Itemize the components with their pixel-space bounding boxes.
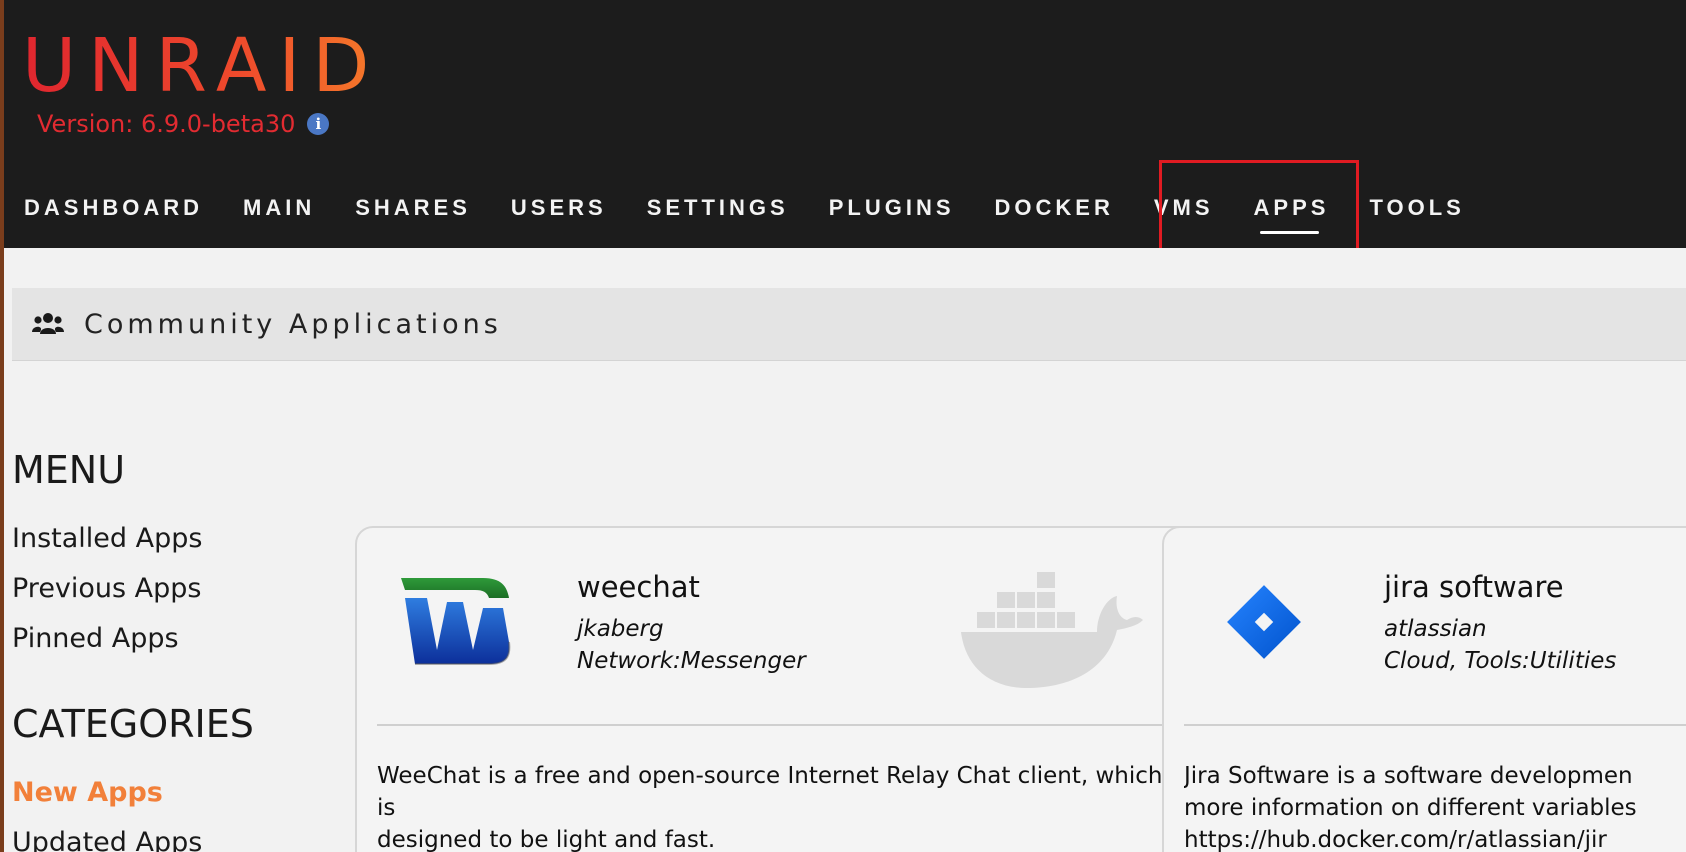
menu-item-installed-apps[interactable]: Installed Apps (12, 514, 372, 564)
top-header: UNRAID Version: 6.9.0-beta30 i DASHBOARD… (4, 0, 1686, 248)
nav-main[interactable]: MAIN (243, 188, 315, 228)
nav-dashboard[interactable]: DASHBOARD (24, 188, 203, 228)
menu-item-pinned-apps[interactable]: Pinned Apps (12, 614, 372, 664)
nav-users[interactable]: USERS (511, 188, 607, 228)
app-card-weechat[interactable]: weechat jkaberg Network:Messenger WeeCha… (355, 526, 1197, 852)
card-divider (377, 724, 1175, 726)
docker-icon (961, 572, 1143, 688)
version-info: Version: 6.9.0-beta30 i (37, 110, 330, 138)
nav-tools[interactable]: TOOLS (1369, 188, 1464, 228)
categories-heading: CATEGORIES (12, 702, 254, 746)
menu-heading: MENU (12, 448, 126, 492)
sidebar: MENU Installed Apps Previous Apps Pinned… (12, 448, 372, 852)
weechat-logo (401, 578, 511, 665)
app-name[interactable]: jira software (1384, 570, 1564, 604)
app-author[interactable]: atlassian (1384, 616, 1487, 642)
users-icon (32, 313, 64, 334)
main-content: Community Applications MENU Installed Ap… (4, 248, 1686, 852)
category-new-apps[interactable]: New Apps (12, 768, 372, 818)
nav-plugins[interactable]: PLUGINS (829, 188, 955, 228)
app-name[interactable]: weechat (577, 570, 700, 604)
page-title-bar: Community Applications (12, 288, 1686, 361)
page-title: Community Applications (84, 308, 502, 340)
menu-item-previous-apps[interactable]: Previous Apps (12, 564, 372, 614)
app-description: Jira Software is a software developmen m… (1184, 763, 1637, 852)
info-icon[interactable]: i (307, 113, 330, 135)
app-category: Network:Messenger (577, 648, 806, 674)
category-updated-apps[interactable]: Updated Apps (12, 818, 372, 852)
nav-settings[interactable]: SETTINGS (647, 188, 789, 228)
app-description: WeeChat is a free and open-source Intern… (377, 763, 1163, 852)
app-author[interactable]: jkaberg (577, 616, 664, 642)
app-card-jira-software[interactable]: jira software atlassian Cloud, Tools:Uti… (1162, 526, 1686, 852)
app-category: Cloud, Tools:Utilities (1384, 648, 1617, 674)
nav-docker[interactable]: DOCKER (995, 188, 1114, 228)
jira-logo (1227, 585, 1301, 659)
version-text: Version: 6.9.0-beta30 (37, 110, 296, 138)
unraid-logo[interactable]: UNRAID (22, 24, 381, 108)
nav-shares[interactable]: SHARES (355, 188, 471, 228)
card-divider (1184, 724, 1686, 726)
